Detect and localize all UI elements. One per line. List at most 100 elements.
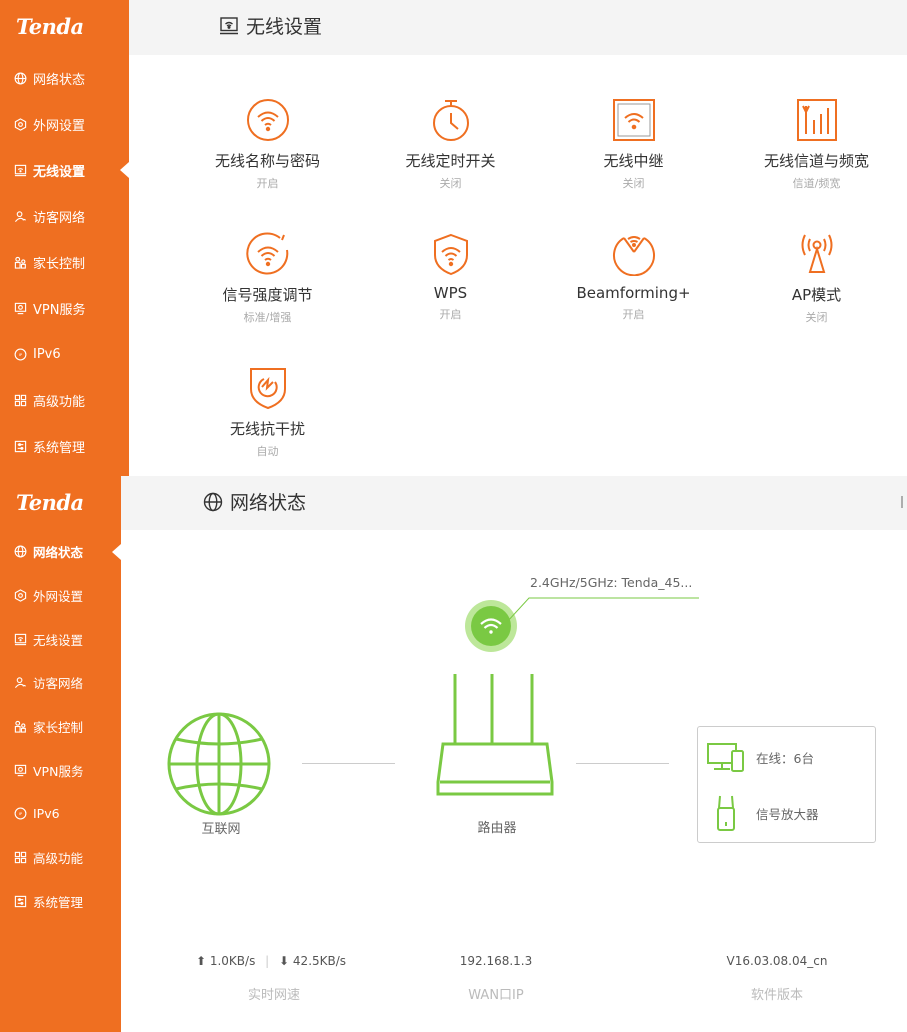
sidebar-item-label: 访客网络 xyxy=(33,210,86,226)
tile-wireless-repeater[interactable]: 无线中继 关闭 xyxy=(542,98,725,191)
sidebar-item-label: 系统管理 xyxy=(33,440,86,456)
wireless-tiles: 无线名称与密码 开启 无线定时开关 关闭 无线中继 关闭 无线信道与频宽 信道/… xyxy=(129,55,907,476)
globe-icon xyxy=(14,545,27,558)
page-title: 网络状态 xyxy=(203,488,306,515)
wps-shield-icon xyxy=(429,232,473,276)
network-topology: 2.4GHz/5GHz: Tenda_45... 互联网 路由器 在线：6台 信… xyxy=(121,530,907,1032)
wan-icon xyxy=(14,117,27,131)
extender-row[interactable]: 信号放大器 xyxy=(706,793,819,833)
sidebar-nav: 网络状态 外网设置 无线设置 访客网络 家长控制 VPN服务 IP IPv6 高… xyxy=(0,530,121,923)
sidebar: Tenda 网络状态 外网设置 无线设置 访客网络 家长控制 VPN服务 IP … xyxy=(0,0,129,476)
page-title: 无线设置 xyxy=(219,12,322,39)
download-arrow-icon: ⬇ xyxy=(279,954,290,968)
ipv6-icon: IP xyxy=(14,348,27,361)
wan-ip-value: 192.168.1.3 xyxy=(459,954,533,968)
sidebar-item-label: 网络状态 xyxy=(33,72,86,88)
sidebar-item-label: VPN服务 xyxy=(33,763,84,779)
sidebar-item-parental-control[interactable]: 家长控制 xyxy=(0,239,129,285)
sidebar-item-ipv6[interactable]: IP IPv6 xyxy=(0,331,129,377)
timer-icon xyxy=(429,98,473,142)
sidebar-item-label: 网络状态 xyxy=(33,545,84,561)
sidebar-item-parental-control[interactable]: 家长控制 xyxy=(0,705,121,749)
wireless-title-icon xyxy=(220,16,238,34)
sidebar: Tenda 网络状态 外网设置 无线设置 访客网络 家长控制 VPN服务 IP … xyxy=(0,476,121,1032)
sidebar-item-system[interactable]: 系统管理 xyxy=(0,423,129,469)
tenda-logo: Tenda xyxy=(16,14,84,39)
anti-interference-icon xyxy=(246,366,290,410)
tile-channel-bandwidth[interactable]: 无线信道与频宽 信道/频宽 xyxy=(725,98,907,191)
page-header: 网络状态 xyxy=(121,476,907,530)
repeater-icon xyxy=(612,98,656,142)
sidebar-item-guest-network[interactable]: 访客网络 xyxy=(0,193,129,239)
sidebar-item-ipv6[interactable]: IP IPv6 xyxy=(0,792,121,836)
firmware-label: 软件版本 xyxy=(750,988,803,1003)
upload-arrow-icon: ⬆ xyxy=(195,954,207,968)
beamforming-icon xyxy=(612,232,656,276)
sidebar-item-advanced[interactable]: 高级功能 xyxy=(0,836,121,880)
online-count-label: 在线：6台 xyxy=(756,750,814,766)
tile-ssid-password[interactable]: 无线名称与密码 开启 xyxy=(176,98,359,191)
advanced-icon xyxy=(14,851,27,864)
tile-wifi-schedule[interactable]: 无线定时开关 关闭 xyxy=(359,98,542,191)
sidebar-item-guest-network[interactable]: 访客网络 xyxy=(0,661,121,705)
svg-text:IP: IP xyxy=(19,352,23,356)
sidebar-item-wan-settings[interactable]: 外网设置 xyxy=(0,574,121,618)
wireless-icon xyxy=(14,164,27,177)
sidebar-item-wireless-settings[interactable]: 无线设置 xyxy=(0,617,121,661)
realtime-speed-label: 实时网速 xyxy=(247,988,300,1003)
channel-icon xyxy=(795,98,839,142)
firmware-version: V16.03.08.04_cn xyxy=(726,954,828,968)
sidebar-item-label: 外网设置 xyxy=(33,118,86,134)
sidebar-item-system[interactable]: 系统管理 xyxy=(0,880,121,924)
sidebar-item-network-status[interactable]: 网络状态 xyxy=(0,55,129,101)
wan-icon xyxy=(14,589,27,602)
realtime-speed: ⬆ 1.0KB/s | ⬇ 42.5KB/s xyxy=(181,954,361,968)
globe-title-icon xyxy=(203,492,223,511)
connected-devices-card[interactable]: 在线：6台 信号放大器 xyxy=(697,726,876,843)
router-icon xyxy=(436,674,554,796)
wifi-circle-icon xyxy=(246,98,290,142)
guest-icon xyxy=(14,210,27,223)
sidebar-item-label: IPv6 xyxy=(33,806,60,822)
vpn-icon xyxy=(14,764,27,777)
advanced-icon xyxy=(14,394,27,407)
vpn-icon xyxy=(14,302,27,315)
sidebar-nav: 网络状态 外网设置 无线设置 访客网络 家长控制 VPN服务 IP IPv6 高… xyxy=(0,55,129,469)
sidebar-item-label: 高级功能 xyxy=(33,394,86,410)
system-icon xyxy=(14,440,27,453)
sidebar-item-label: 家长控制 xyxy=(33,720,84,736)
signal-strength-icon xyxy=(245,232,290,276)
wan-ip-label: WAN口IP xyxy=(468,988,524,1003)
tile-wps[interactable]: WPS 开启 xyxy=(359,232,542,322)
speed-separator: | xyxy=(265,954,270,968)
sidebar-item-label: 访客网络 xyxy=(33,676,84,692)
guest-icon xyxy=(14,676,27,689)
sidebar-item-wan-settings[interactable]: 外网设置 xyxy=(0,101,129,147)
tile-anti-interference[interactable]: 无线抗干扰 自动 xyxy=(176,366,359,459)
system-icon xyxy=(14,895,27,908)
sidebar-item-label: 家长控制 xyxy=(33,256,86,272)
tenda-logo: Tenda xyxy=(16,490,84,515)
online-devices-row[interactable]: 在线：6台 xyxy=(706,741,814,773)
ssid-label[interactable]: 2.4GHz/5GHz: Tenda_45... xyxy=(530,575,692,590)
sidebar-item-network-status[interactable]: 网络状态 xyxy=(0,530,121,574)
svg-text:IP: IP xyxy=(19,812,23,816)
ap-antenna-icon xyxy=(795,232,839,276)
devices-icon xyxy=(707,743,744,772)
download-speed: 42.5KB/s xyxy=(292,954,347,968)
internet-router-link xyxy=(302,763,395,764)
sidebar-item-label: IPv6 xyxy=(33,346,61,362)
sidebar-item-label: 无线设置 xyxy=(33,164,86,180)
signal-extender-icon xyxy=(717,795,735,831)
tile-signal-strength[interactable]: 信号强度调节 标准/增强 xyxy=(176,232,359,325)
sidebar-item-advanced[interactable]: 高级功能 xyxy=(0,377,129,423)
tile-ap-mode[interactable]: AP模式 关闭 xyxy=(725,232,907,325)
sidebar-item-vpn[interactable]: VPN服务 xyxy=(0,285,129,331)
globe-icon xyxy=(14,72,27,85)
sidebar-item-vpn[interactable]: VPN服务 xyxy=(0,748,121,792)
tile-beamforming[interactable]: Beamforming+ 开启 xyxy=(542,232,725,322)
parental-icon xyxy=(14,720,27,733)
sidebar-item-wireless-settings[interactable]: 无线设置 xyxy=(0,147,129,193)
sidebar-item-label: 外网设置 xyxy=(33,589,84,605)
sidebar-item-label: 系统管理 xyxy=(33,894,84,910)
